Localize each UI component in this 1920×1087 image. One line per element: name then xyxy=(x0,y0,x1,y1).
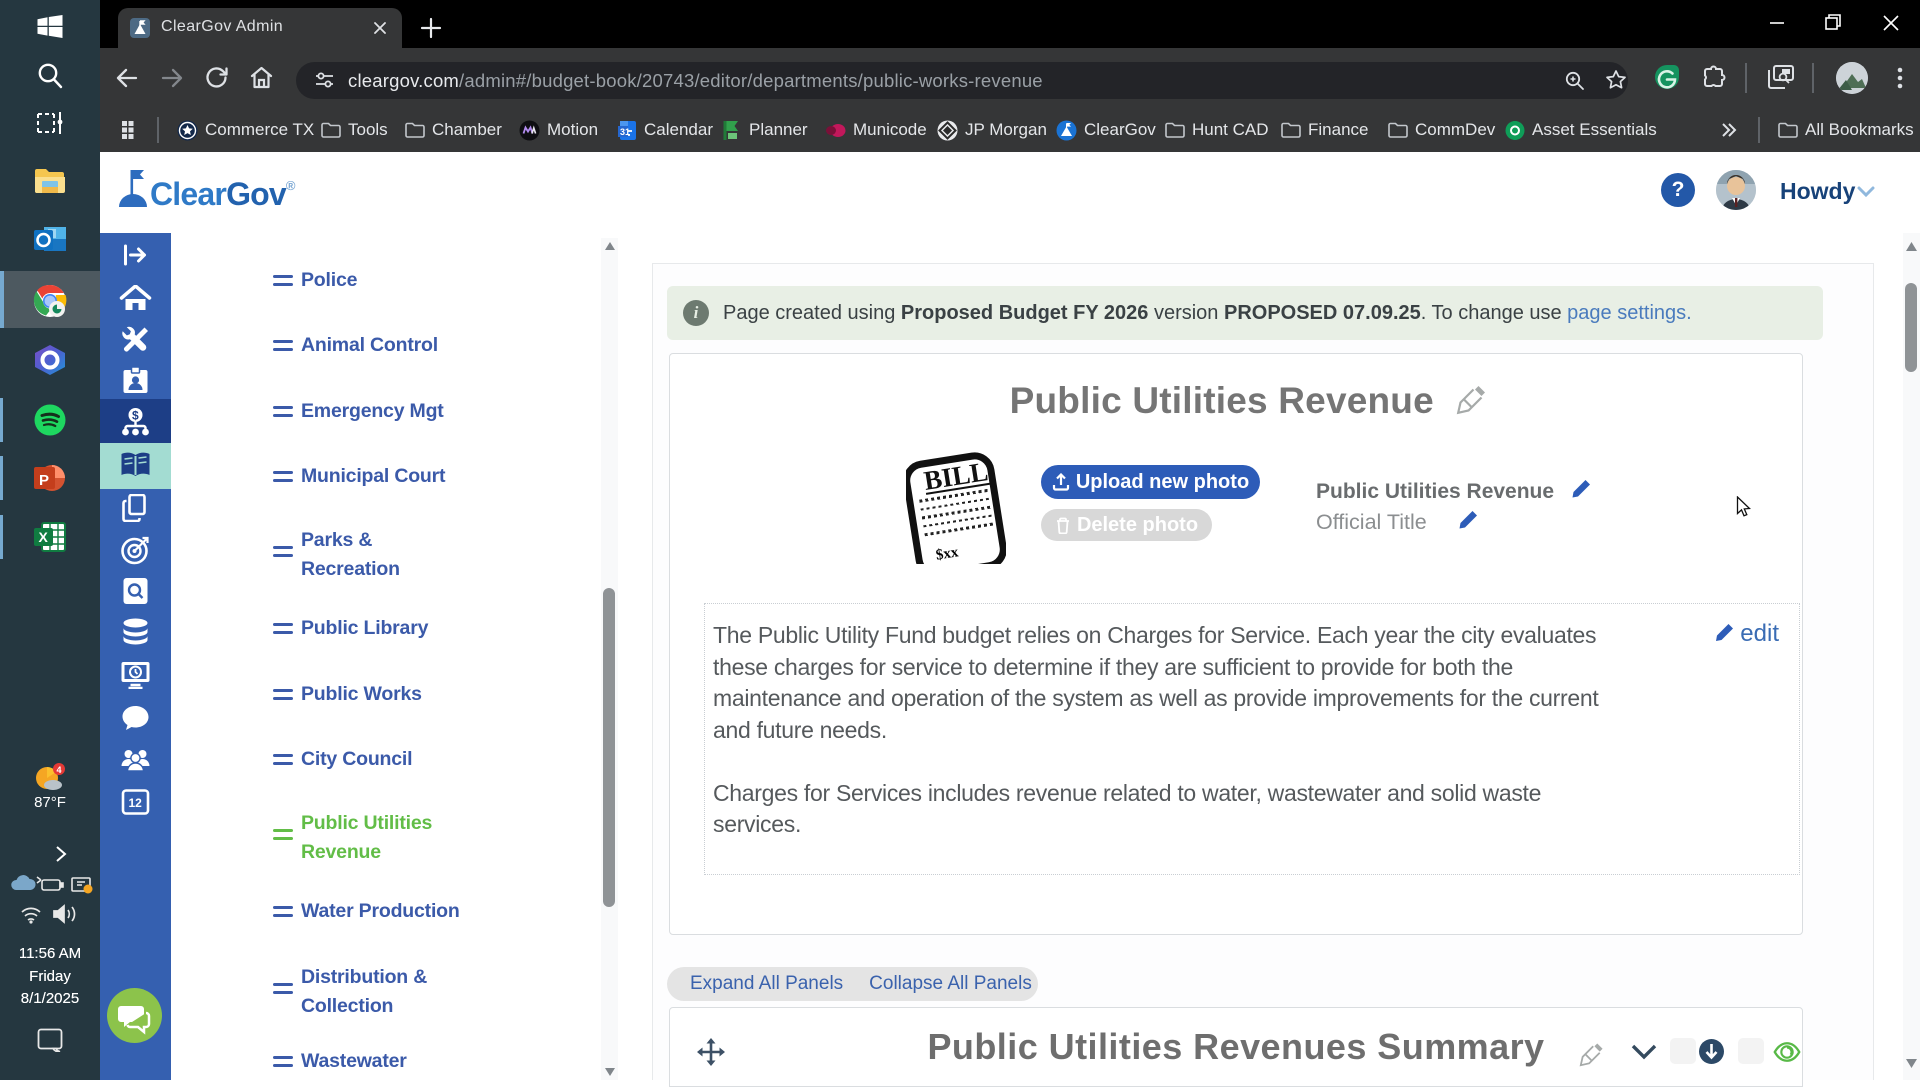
svg-text:P: P xyxy=(39,472,49,489)
svg-text:31: 31 xyxy=(620,127,630,137)
svg-text:X: X xyxy=(39,529,49,545)
svg-text:12: 12 xyxy=(129,796,143,810)
svg-text:$: $ xyxy=(132,409,139,423)
svg-text:4: 4 xyxy=(57,765,62,775)
